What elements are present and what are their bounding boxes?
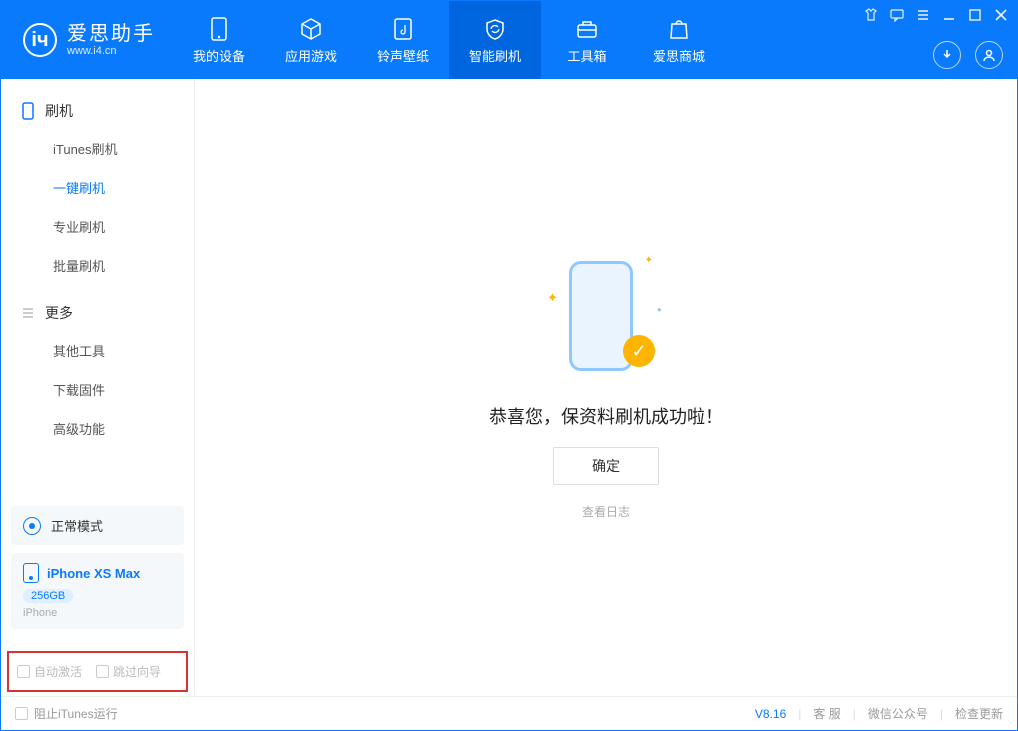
sparkle-icon: ✦	[645, 255, 653, 266]
nav-label: 工具箱	[567, 46, 606, 65]
music-file-icon	[390, 16, 416, 42]
opt-skip-guide[interactable]: 跳过向导	[96, 663, 161, 680]
nav-label: 智能刷机	[469, 46, 521, 65]
feedback-icon[interactable]	[889, 7, 905, 23]
menu-icon[interactable]	[915, 7, 931, 23]
nav-label: 我的设备	[193, 46, 245, 65]
footer: 阻止iTunes运行 V8.16 | 客 服 | 微信公众号 | 检查更新	[1, 696, 1017, 730]
footer-right: V8.16 | 客 服 | 微信公众号 | 检查更新	[755, 705, 1003, 722]
sidebar: 刷机 iTunes刷机 一键刷机 专业刷机 批量刷机 更多 其他工具 下载固件 …	[1, 79, 195, 696]
opt-label: 跳过向导	[113, 663, 161, 680]
nav-apps[interactable]: 应用游戏	[265, 1, 357, 79]
device-type: iPhone	[23, 607, 57, 619]
sidebar-item-advanced[interactable]: 高级功能	[1, 409, 194, 448]
mode-label: 正常模式	[51, 516, 103, 535]
opt-auto-activate[interactable]: 自动激活	[17, 663, 82, 680]
close-icon[interactable]	[993, 7, 1009, 23]
group-label: 刷机	[45, 101, 73, 121]
logo-area: iч 爱思助手 www.i4.cn	[1, 1, 173, 79]
phone-small-icon	[23, 563, 39, 583]
shirt-icon[interactable]	[863, 7, 879, 23]
sidebar-group-more[interactable]: 更多	[1, 295, 194, 331]
main-content: ✦ ✦ ✦ ✓ 恭喜您，保资料刷机成功啦！ 确定 查看日志	[195, 79, 1017, 696]
minimize-icon[interactable]	[941, 7, 957, 23]
app-window: iч 爱思助手 www.i4.cn 我的设备 应用游戏 铃声壁纸 智能刷机	[0, 0, 1018, 731]
sparkle-icon: ✦	[655, 305, 663, 316]
update-link[interactable]: 检查更新	[955, 705, 1003, 722]
nav-store[interactable]: 爱思商城	[633, 1, 725, 79]
sidebar-item-pro-flash[interactable]: 专业刷机	[1, 207, 194, 246]
nav-ringtones[interactable]: 铃声壁纸	[357, 1, 449, 79]
storage-badge: 256GB	[23, 589, 73, 603]
device-name: iPhone XS Max	[47, 566, 140, 581]
opt-label: 自动激活	[34, 663, 82, 680]
divider: |	[798, 707, 801, 721]
mode-card[interactable]: 正常模式	[11, 506, 184, 545]
nav-flash[interactable]: 智能刷机	[449, 1, 541, 79]
logo-text: 爱思助手 www.i4.cn	[67, 23, 155, 57]
refresh-shield-icon	[482, 16, 508, 42]
download-icon[interactable]	[933, 41, 961, 69]
sparkle-icon: ✦	[547, 290, 558, 306]
sidebar-item-other-tools[interactable]: 其他工具	[1, 331, 194, 370]
maximize-icon[interactable]	[967, 7, 983, 23]
divider: |	[853, 707, 856, 721]
nav-toolbox[interactable]: 工具箱	[541, 1, 633, 79]
version-label: V8.16	[755, 707, 786, 721]
header: iч 爱思助手 www.i4.cn 我的设备 应用游戏 铃声壁纸 智能刷机	[1, 1, 1017, 79]
checkbox-icon	[96, 665, 109, 678]
check-badge-icon: ✓	[623, 335, 655, 367]
nav-my-device[interactable]: 我的设备	[173, 1, 265, 79]
divider: |	[940, 707, 943, 721]
nav-label: 应用游戏	[285, 46, 337, 65]
device-card[interactable]: iPhone XS Max 256GB iPhone	[11, 553, 184, 629]
header-right	[933, 41, 1003, 69]
wechat-link[interactable]: 微信公众号	[868, 705, 928, 722]
checkbox-icon	[17, 665, 30, 678]
device-name-row: iPhone XS Max	[23, 563, 140, 583]
logo-icon: iч	[23, 23, 57, 57]
sidebar-group-flash[interactable]: 刷机	[1, 93, 194, 129]
sidebar-item-oneclick-flash[interactable]: 一键刷机	[1, 168, 194, 207]
shopping-bag-icon	[666, 16, 692, 42]
success-illustration: ✦ ✦ ✦ ✓	[551, 255, 661, 385]
highlight-options: 自动激活 跳过向导	[7, 651, 188, 692]
sidebar-item-batch-flash[interactable]: 批量刷机	[1, 246, 194, 285]
app-name: 爱思助手	[67, 23, 155, 45]
support-link[interactable]: 客 服	[813, 705, 840, 722]
block-itunes-label: 阻止iTunes运行	[34, 705, 118, 722]
sidebar-content: 刷机 iTunes刷机 一键刷机 专业刷机 批量刷机 更多 其他工具 下载固件 …	[1, 79, 194, 496]
cube-icon	[298, 16, 324, 42]
ok-button[interactable]: 确定	[553, 447, 659, 485]
list-icon	[21, 306, 35, 320]
checkbox-icon	[15, 707, 28, 720]
nav-label: 爱思商城	[653, 46, 705, 65]
device-area: 正常模式 iPhone XS Max 256GB iPhone	[1, 496, 194, 647]
sidebar-item-itunes-flash[interactable]: iTunes刷机	[1, 129, 194, 168]
nav-label: 铃声壁纸	[377, 46, 429, 65]
block-itunes-checkbox[interactable]: 阻止iTunes运行	[15, 705, 118, 722]
user-icon[interactable]	[975, 41, 1003, 69]
sidebar-item-download-firmware[interactable]: 下载固件	[1, 370, 194, 409]
group-label: 更多	[45, 303, 73, 323]
view-log-link[interactable]: 查看日志	[582, 503, 630, 520]
phone-icon	[206, 16, 232, 42]
body: 刷机 iTunes刷机 一键刷机 专业刷机 批量刷机 更多 其他工具 下载固件 …	[1, 79, 1017, 696]
mode-icon	[23, 517, 41, 535]
device-flash-icon	[21, 104, 35, 118]
success-message: 恭喜您，保资料刷机成功啦！	[489, 403, 723, 429]
window-controls	[863, 7, 1009, 23]
toolbox-icon	[574, 16, 600, 42]
app-url: www.i4.cn	[67, 45, 155, 57]
top-nav: 我的设备 应用游戏 铃声壁纸 智能刷机 工具箱 爱思商城	[173, 1, 725, 79]
